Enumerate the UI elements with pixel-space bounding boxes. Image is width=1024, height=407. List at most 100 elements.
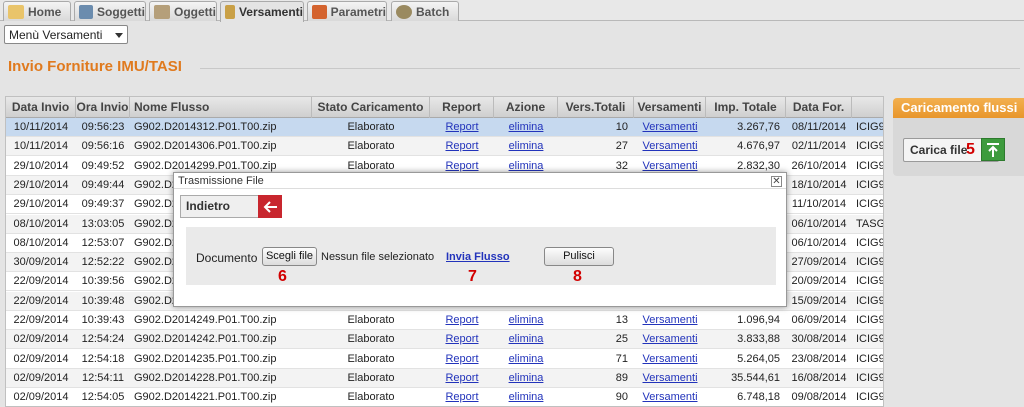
table-cell: Elaborato (347, 371, 395, 384)
tab-home[interactable]: Home (3, 1, 71, 21)
table-cell: 18/10/2014 (791, 178, 847, 191)
column-header[interactable]: Imp. Totale (706, 97, 786, 118)
table-cell: 90 (615, 391, 628, 404)
payments-link[interactable]: Versamenti (634, 118, 706, 137)
table-row[interactable]: 22/09/2014 10:39:43 G902.D2014249.P01.T00.… (6, 311, 883, 330)
table-cell: 02/09/2014 (13, 333, 69, 346)
back-arrow-icon[interactable] (258, 195, 282, 218)
dialog-body: Documento Scegli file Nessun file selezi… (186, 227, 776, 285)
column-header[interactable] (852, 97, 883, 118)
table-row[interactable]: 02/09/2014 12:54:05 G902.D2014221.P01.T00.… (6, 388, 883, 406)
table-cell: 06/10/2014 (791, 236, 847, 249)
table-cell: 89 (615, 371, 628, 384)
delete-link[interactable]: elimina (494, 388, 558, 406)
table-row[interactable]: 10/11/2014 09:56:16 G902.D2014306.P01.T00.… (6, 137, 883, 157)
table-cell: ICIG90 (856, 236, 883, 249)
page-title: Invio Forniture IMU/TASI (8, 58, 182, 75)
column-header[interactable]: Versamenti (634, 97, 706, 118)
table-cell: G902.D2014249.P01.T00.zip (134, 314, 277, 326)
delete-link[interactable]: elimina (494, 137, 558, 156)
marker-7: 7 (468, 268, 477, 285)
table-row[interactable]: 10/11/2014 09:56:23 G902.D2014312.P01.T00.… (6, 118, 883, 137)
table-cell: 15/09/2014 (791, 294, 847, 307)
column-header[interactable]: Report (430, 97, 494, 118)
delete-link[interactable]: elimina (494, 369, 558, 388)
table-cell: 08/10/2014 (13, 217, 69, 230)
table-cell: 02/09/2014 (13, 371, 69, 384)
table-cell: G902.D2014242.P01.T00.zip (134, 333, 277, 346)
table-cell: 27/09/2014 (791, 256, 847, 269)
table-row[interactable]: 02/09/2014 12:54:24 G902.D2014242.P01.T00.… (6, 330, 883, 350)
table-row[interactable]: 02/09/2014 12:54:11 G902.D2014228.P01.T00.… (6, 368, 883, 388)
tab-bar: Home Soggetti Oggetti Versamenti Paramet… (0, 0, 1024, 22)
report-link[interactable]: Report (430, 330, 494, 349)
table-cell: 23/08/2014 (791, 352, 847, 365)
report-link[interactable]: Report (430, 118, 494, 137)
payments-link[interactable]: Versamenti (634, 137, 706, 156)
tab-batch[interactable]: Batch (391, 1, 459, 21)
tab-label: Oggetti (174, 4, 216, 19)
table-cell: 3.267,76 (737, 121, 780, 133)
tab-parametri[interactable]: Parametri (307, 1, 387, 21)
table-cell: 10:39:43 (81, 314, 125, 326)
table-cell: ICIG90 (856, 178, 883, 191)
tab-soggetti[interactable]: Soggetti (74, 1, 146, 21)
table-cell: ICIG90 (856, 352, 883, 365)
column-header[interactable]: Data Invio (6, 97, 76, 118)
report-link[interactable]: Report (430, 311, 494, 330)
payment-icon (225, 5, 235, 19)
table-cell: 30/08/2014 (791, 333, 847, 346)
column-header[interactable]: Azione (494, 97, 558, 118)
table-cell: Elaborato (347, 391, 395, 404)
clear-button[interactable]: Pulisci (544, 247, 614, 266)
column-header[interactable]: Vers.Totali (558, 97, 634, 118)
table-cell: Elaborato (347, 333, 395, 346)
column-header[interactable]: Data For. (786, 97, 852, 118)
table-cell: ICIG90 (856, 140, 883, 153)
table-cell: G902.D2014235.P01.T00.zip (134, 352, 277, 365)
grid-header: Data Invio Ora Invio Nome Flusso Stato Cari… (6, 97, 883, 118)
table-cell: 4.676,97 (737, 140, 780, 153)
choose-file-button[interactable]: Scegli file (262, 247, 317, 266)
menu-select-value: Menù Versamenti (9, 28, 103, 42)
table-cell: 29/10/2014 (13, 198, 69, 211)
column-header[interactable]: Ora Invio (76, 97, 130, 118)
delete-link[interactable]: elimina (494, 118, 558, 137)
payments-link[interactable]: Versamenti (634, 369, 706, 388)
report-link[interactable]: Report (430, 388, 494, 406)
tab-versamenti[interactable]: Versamenti (220, 1, 304, 22)
table-cell: 1.096,94 (737, 314, 780, 326)
table-row[interactable]: 02/09/2014 12:54:18 G902.D2014235.P01.T00.… (6, 350, 883, 369)
menu-select[interactable]: Menù Versamenti (4, 25, 128, 44)
table-cell: 71 (615, 352, 628, 365)
table-cell: 6.748,18 (737, 391, 780, 404)
table-cell: 02/11/2014 (791, 140, 847, 153)
upload-icon[interactable] (981, 138, 1005, 161)
table-cell: Elaborato (347, 352, 395, 365)
delete-link[interactable]: elimina (494, 311, 558, 330)
upload-file-label: Carica file (910, 143, 968, 157)
column-header[interactable]: Nome Flusso (130, 97, 312, 118)
tab-label: Home (28, 4, 62, 19)
table-cell: ICIG90 (856, 294, 883, 307)
table-cell: 10:39:56 (81, 275, 125, 288)
payments-link[interactable]: Versamenti (634, 311, 706, 330)
close-icon[interactable]: ✕ (771, 176, 782, 187)
dialog-title: Trasmissione File (174, 173, 786, 189)
report-link[interactable]: Report (430, 369, 494, 388)
report-link[interactable]: Report (430, 137, 494, 156)
payments-link[interactable]: Versamenti (634, 388, 706, 406)
delete-link[interactable]: elimina (494, 330, 558, 349)
report-link[interactable]: Report (430, 350, 494, 369)
table-cell: 09:49:37 (81, 198, 125, 211)
table-cell: G902.D2014228.P01.T00.zip (134, 371, 277, 384)
payments-link[interactable]: Versamenti (634, 330, 706, 349)
payments-link[interactable]: Versamenti (634, 350, 706, 369)
tab-oggetti[interactable]: Oggetti (149, 1, 217, 21)
column-header[interactable]: Stato Caricamento (312, 97, 430, 118)
delete-link[interactable]: elimina (494, 350, 558, 369)
table-cell: 12:53:07 (81, 236, 125, 249)
send-flow-link[interactable]: Invia Flusso (446, 251, 510, 263)
table-cell: 09/08/2014 (791, 391, 847, 404)
table-cell: 10/11/2014 (13, 121, 69, 133)
